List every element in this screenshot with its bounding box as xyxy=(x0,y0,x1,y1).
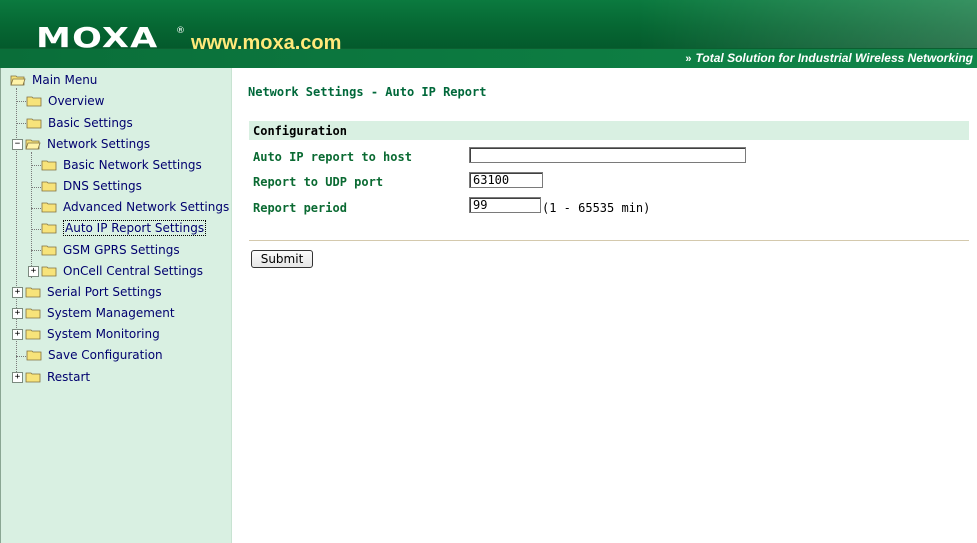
sidebar-item-label: System Monitoring xyxy=(47,327,160,341)
expand-icon[interactable]: + xyxy=(12,307,23,319)
section-header: Configuration xyxy=(249,121,969,140)
folder-icon xyxy=(25,287,41,298)
sidebar-item-label: GSM GPRS Settings xyxy=(63,243,180,257)
folder-icon xyxy=(41,223,57,234)
tagline-text: Total Solution for Industrial Wireless N… xyxy=(695,51,973,65)
folder-icon xyxy=(41,160,57,171)
report-period-range-hint: (1 - 65535 min) xyxy=(542,201,651,215)
open-folder-icon xyxy=(25,139,41,150)
open-folder-icon xyxy=(10,75,26,86)
sidebar-item-overview[interactable]: Overview xyxy=(26,91,105,111)
udp-port-input[interactable] xyxy=(469,172,543,188)
expand-icon[interactable]: + xyxy=(12,286,23,298)
sidebar-item-dns-settings[interactable]: DNS Settings xyxy=(41,176,142,196)
folder-icon xyxy=(26,350,42,361)
sidebar-item-label: Overview xyxy=(48,94,105,108)
sidebar-item-restart[interactable]: + Restart xyxy=(12,367,90,387)
sidebar-item-label: Network Settings xyxy=(47,137,151,151)
folder-icon xyxy=(41,245,57,256)
folder-icon xyxy=(41,181,57,192)
sidebar-item-label: DNS Settings xyxy=(63,179,142,193)
sidebar-item-label: Advanced Network Settings xyxy=(63,200,230,214)
sidebar-item-label: Save Configuration xyxy=(48,348,163,362)
folder-icon xyxy=(41,202,57,213)
collapse-icon[interactable]: − xyxy=(12,138,23,150)
sidebar-item-system-monitoring[interactable]: + System Monitoring xyxy=(12,324,160,344)
sidebar-item-label: Serial Port Settings xyxy=(47,285,162,299)
chevron-right-icon: » xyxy=(685,53,692,65)
sidebar-item-system-management[interactable]: + System Management xyxy=(12,303,175,323)
sidebar-item-advanced-network-settings[interactable]: Advanced Network Settings xyxy=(41,197,229,217)
report-period-label: Report period xyxy=(253,201,347,215)
sidebar-item-label: Auto IP Report Settings xyxy=(63,220,207,236)
sidebar-item-auto-ip-report-settings[interactable]: Auto IP Report Settings xyxy=(41,218,207,238)
folder-icon xyxy=(26,96,42,107)
sidebar-item-label: Basic Network Settings xyxy=(63,158,202,172)
folder-icon xyxy=(25,308,41,319)
folder-icon xyxy=(26,118,42,129)
sidebar-item-label: Restart xyxy=(47,370,91,384)
sidebar-item-basic-network-settings[interactable]: Basic Network Settings xyxy=(41,155,202,175)
expand-icon[interactable]: + xyxy=(28,265,39,277)
sidebar-item-label: OnCell Central Settings xyxy=(63,264,204,278)
submit-button[interactable]: Submit xyxy=(251,250,313,268)
folder-icon xyxy=(41,266,57,277)
tagline: » Total Solution for Industrial Wireless … xyxy=(685,50,973,67)
folder-icon xyxy=(25,372,41,383)
divider xyxy=(249,240,969,241)
sidebar-item-network-settings[interactable]: − Network Settings xyxy=(12,134,150,154)
page-title: Network Settings - Auto IP Report xyxy=(248,85,487,99)
udp-port-label: Report to UDP port xyxy=(253,175,384,189)
sidebar-item-basic-settings[interactable]: Basic Settings xyxy=(26,113,133,133)
sidebar-item-oncell-central-settings[interactable]: + OnCell Central Settings xyxy=(28,261,203,281)
report-period-input[interactable] xyxy=(469,197,541,213)
folder-icon xyxy=(25,329,41,340)
section-title: Configuration xyxy=(253,124,347,138)
main-content: Network Settings - Auto IP Report Config… xyxy=(232,68,977,543)
moxa-logo: MOXA xyxy=(36,21,159,54)
sidebar-item-gsm-gprs-settings[interactable]: GSM GPRS Settings xyxy=(41,240,180,260)
sidebar-item-save-configuration[interactable]: Save Configuration xyxy=(26,345,163,365)
host-label: Auto IP report to host xyxy=(253,150,412,164)
sidebar-item-serial-port-settings[interactable]: + Serial Port Settings xyxy=(12,282,162,302)
sidebar-item-label: System Management xyxy=(47,306,175,320)
sidebar-item-main-menu[interactable]: Main Menu xyxy=(10,70,97,90)
expand-icon[interactable]: + xyxy=(12,328,23,340)
registered-mark: ® xyxy=(176,26,185,36)
website-link[interactable]: www.moxa.com xyxy=(191,33,341,53)
expand-icon[interactable]: + xyxy=(12,371,23,383)
auto-ip-report-host-input[interactable] xyxy=(469,147,746,163)
sidebar-item-label: Basic Settings xyxy=(48,116,133,130)
sidebar-item-label: Main Menu xyxy=(32,73,98,87)
header: MOXA ® www.moxa.com » Total Solution for … xyxy=(0,0,977,69)
